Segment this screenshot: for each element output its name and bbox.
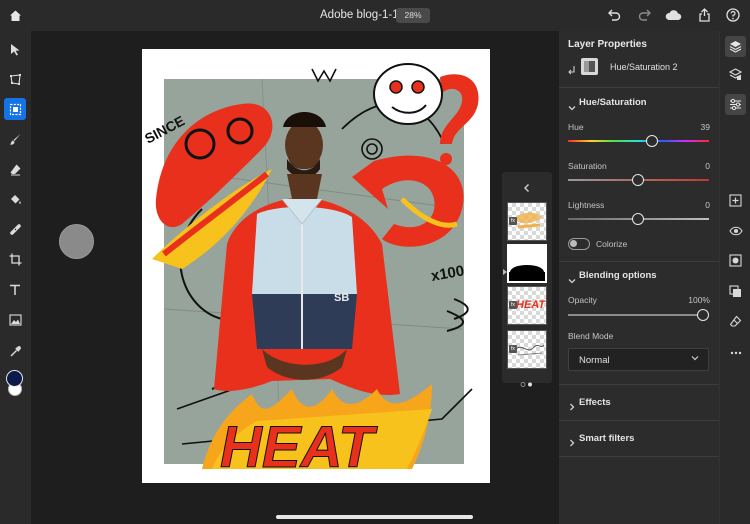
layer-properties-icon[interactable]: [725, 64, 746, 85]
help-icon[interactable]: [724, 6, 742, 24]
lightness-label: Lightness: [568, 200, 605, 210]
smart-object-badge-icon: fx: [509, 345, 517, 353]
chevron-left-icon[interactable]: [522, 180, 532, 192]
chevron-right-icon[interactable]: [568, 398, 576, 411]
opacity-value[interactable]: 100%: [688, 295, 710, 305]
home-icon[interactable]: [6, 6, 24, 24]
clip-arrow-icon[interactable]: [568, 63, 576, 75]
layer-properties-panel: Layer Properties Hue/Saturation 2 Hue/Sa…: [559, 31, 719, 524]
top-bar: Adobe blog-1-1-1 28%: [0, 0, 750, 31]
image-icon[interactable]: [4, 309, 26, 331]
chevron-down-icon[interactable]: [568, 99, 576, 111]
share-icon[interactable]: [695, 6, 713, 24]
chevron-down-icon[interactable]: [568, 272, 576, 284]
smart-object-badge-icon: fx: [509, 217, 517, 225]
undo-icon[interactable]: [605, 6, 623, 24]
move-icon[interactable]: [4, 38, 26, 60]
cloud-icon[interactable]: [664, 6, 682, 24]
hue-slider-thumb[interactable]: [646, 135, 658, 147]
foreground-color-swatch[interactable]: [6, 370, 23, 387]
clipping-icon[interactable]: [725, 281, 746, 302]
mask-icon[interactable]: [725, 250, 746, 271]
add-layer-icon[interactable]: [725, 190, 746, 211]
healing-icon[interactable]: [4, 218, 26, 240]
layer-thumb-graffiti[interactable]: fx: [507, 202, 547, 241]
adjustments-icon[interactable]: [725, 94, 746, 115]
lightness-value[interactable]: 0: [705, 200, 710, 210]
layer-thumb-heat[interactable]: fx HEAT: [507, 286, 547, 325]
panel-divider: [559, 261, 719, 262]
blend-mode-value: Normal: [579, 355, 610, 366]
crop-icon[interactable]: [4, 248, 26, 270]
layers-icon[interactable]: [725, 36, 746, 57]
colorize-label: Colorize: [596, 239, 628, 249]
effects-section-title[interactable]: Effects: [579, 397, 611, 408]
hue-label: Hue: [568, 122, 584, 132]
layer-thumb-heat-text: HEAT: [516, 299, 546, 311]
home-indicator: [276, 515, 473, 519]
document-canvas[interactable]: SINCE SB x100 HEAT: [142, 49, 490, 483]
hue-saturation-section-title[interactable]: Hue/Saturation: [579, 97, 647, 108]
artwork-sb-text: SB: [334, 292, 349, 304]
lightness-slider-thumb[interactable]: [632, 213, 644, 225]
chevron-right-icon[interactable]: [568, 434, 576, 447]
saturation-value[interactable]: 0: [705, 161, 710, 171]
fill-icon[interactable]: [4, 188, 26, 210]
blend-mode-select[interactable]: Normal: [568, 348, 709, 371]
page-indicator: [520, 374, 534, 387]
hue-slider-track[interactable]: [568, 140, 709, 142]
artwork-heat-text: HEAT: [220, 415, 378, 480]
hue-value[interactable]: 39: [701, 122, 710, 132]
right-rail: [719, 31, 750, 524]
opacity-slider-track[interactable]: [568, 314, 709, 316]
layer-name: Hue/Saturation 2: [610, 62, 678, 72]
eraser-icon[interactable]: [4, 158, 26, 180]
panel-divider: [559, 456, 719, 457]
erase-layer-icon[interactable]: [725, 311, 746, 332]
layers-strip: fx fx HEAT fx: [502, 172, 552, 387]
panel-divider: [559, 384, 719, 385]
saturation-label: Saturation: [568, 161, 607, 171]
selection-icon[interactable]: [4, 98, 26, 120]
adjustment-layer-icon: [581, 58, 598, 75]
zoom-level[interactable]: 28%: [396, 8, 430, 23]
clipping-arrow-icon: [503, 262, 507, 275]
opacity-label: Opacity: [568, 295, 597, 305]
redo-icon[interactable]: [636, 6, 654, 24]
blend-mode-label: Blend Mode: [568, 331, 614, 341]
colorize-toggle[interactable]: [568, 238, 590, 250]
chevron-down-icon: [691, 354, 699, 364]
artwork: SINCE SB x100 HEAT: [142, 63, 479, 481]
smart-filters-section-title[interactable]: Smart filters: [579, 433, 634, 444]
saturation-slider-thumb[interactable]: [632, 174, 644, 186]
panel-title: Layer Properties: [568, 39, 647, 50]
type-icon[interactable]: [4, 279, 26, 301]
opacity-slider-thumb[interactable]: [697, 309, 709, 321]
layer-thumb-doodles[interactable]: fx: [507, 330, 547, 369]
layer-thumb-adjustment[interactable]: [507, 244, 547, 283]
blending-options-section-title[interactable]: Blending options: [579, 270, 657, 281]
tool-bar: [0, 31, 31, 524]
more-icon[interactable]: [725, 342, 746, 363]
transform-icon[interactable]: [4, 68, 26, 90]
touch-modifier-button[interactable]: [59, 224, 94, 259]
panel-divider: [559, 87, 719, 88]
panel-divider: [559, 420, 719, 421]
brush-icon[interactable]: [4, 128, 26, 150]
eyedropper-icon[interactable]: [4, 340, 26, 362]
visibility-icon[interactable]: [725, 220, 746, 241]
